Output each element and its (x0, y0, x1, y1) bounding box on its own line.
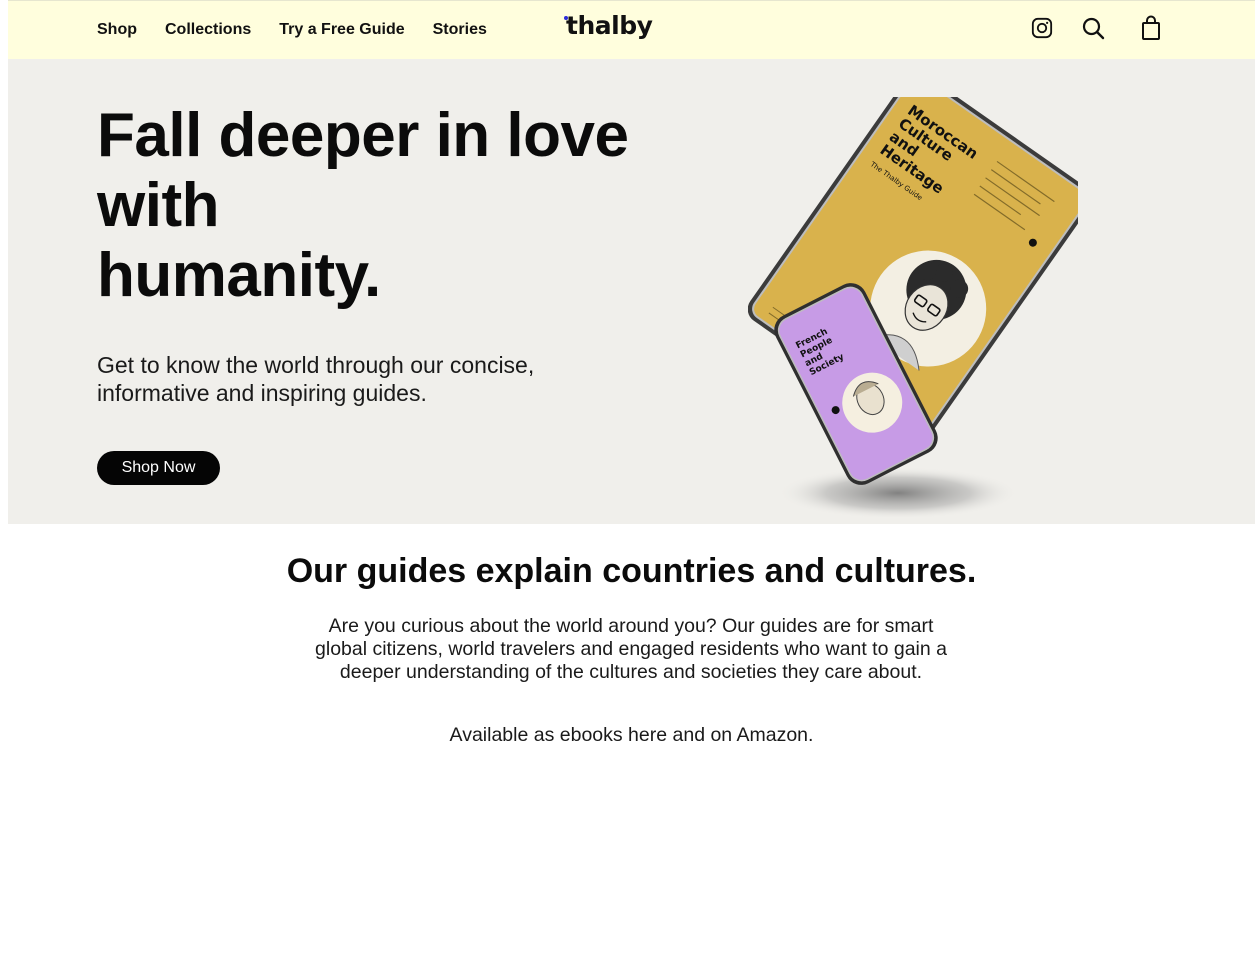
hero-title-line-2: with (97, 171, 219, 240)
shop-now-button[interactable]: Shop Now (97, 451, 220, 485)
device-shadow (778, 467, 1018, 519)
site-header: Shop Collections Try a Free Guide Storie… (8, 0, 1255, 59)
main-nav: Shop Collections Try a Free Guide Storie… (97, 20, 515, 40)
page: Shop Collections Try a Free Guide Storie… (8, 0, 1255, 964)
device-illustration: Moroccan Culture and Heritage The Thalby… (747, 72, 1093, 519)
header-icons (1028, 14, 1165, 42)
availability-note: Available as ebooks here and on Amazon. (449, 724, 814, 746)
search-icon[interactable] (1079, 14, 1107, 42)
nav-try-free-guide[interactable]: Try a Free Guide (279, 20, 404, 40)
thalby-logo[interactable]: thalby (564, 11, 653, 40)
hero-title: Fall deeper in love with humanity. (97, 101, 657, 311)
hero-title-line-3: humanity. (97, 241, 381, 310)
hero-subtitle: Get to know the world through our concis… (97, 352, 535, 406)
nav-shop[interactable]: Shop (97, 20, 137, 40)
logo-dot (564, 16, 568, 20)
instagram-icon[interactable] (1028, 14, 1056, 42)
nav-collections[interactable]: Collections (165, 20, 251, 40)
bag-icon[interactable] (1137, 14, 1165, 42)
section-description: Are you curious about the world around y… (315, 615, 947, 683)
nav-stories[interactable]: Stories (433, 20, 487, 40)
section-title: Our guides explain countries and culture… (286, 552, 977, 590)
logo-text: thalby (566, 11, 653, 40)
hero-banner: Fall deeper in love with humanity. Get t… (8, 59, 1255, 524)
hero-title-line-1: Fall deeper in love (97, 101, 629, 170)
